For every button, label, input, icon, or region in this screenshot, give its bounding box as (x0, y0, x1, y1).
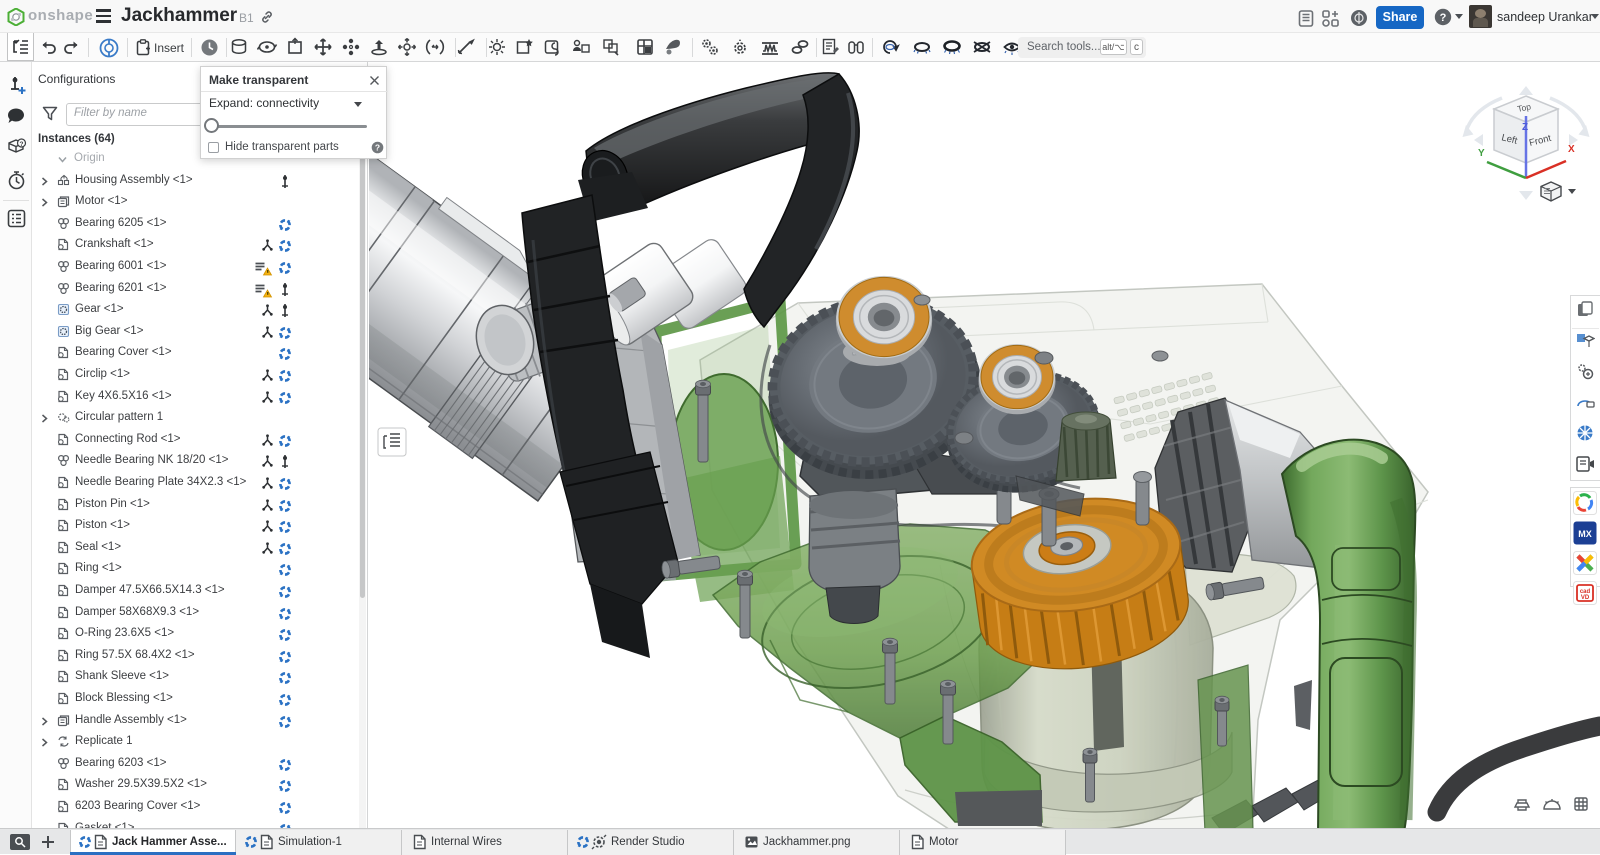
svg-text:MX: MX (1578, 529, 1592, 539)
svg-text:Y: Y (1478, 148, 1485, 159)
svg-text:?: ? (1440, 12, 1447, 24)
svg-text:?: ? (375, 143, 380, 153)
svg-text:?: ? (20, 141, 24, 148)
svg-text:VD: VD (1581, 595, 1590, 601)
svg-text:X: X (1568, 144, 1575, 155)
svg-text:Z: Z (1522, 122, 1528, 133)
